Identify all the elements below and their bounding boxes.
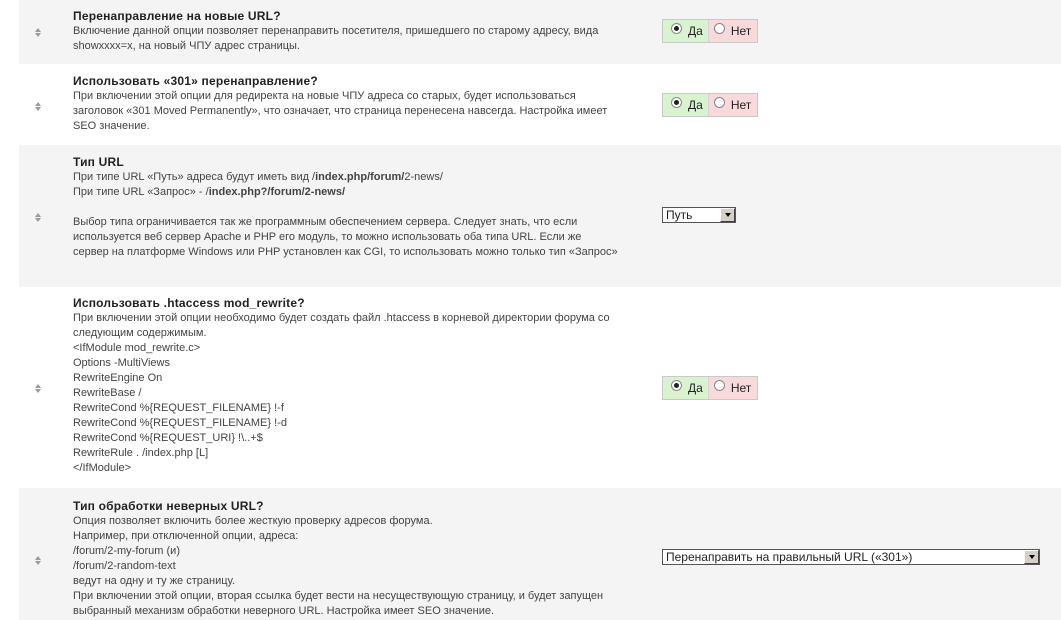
select-value: Перенаправить на правильный URL («301») xyxy=(666,550,913,564)
setting-title: Перенаправление на новые URL? xyxy=(73,9,281,23)
yes-option[interactable]: Да xyxy=(663,377,709,399)
drag-handle-icon[interactable] xyxy=(33,210,43,224)
setting-description-line-2: При типе URL «Запрос» - /index.php?/foru… xyxy=(73,186,346,198)
setting-description-line-1: При типе URL «Путь» адреса будут иметь в… xyxy=(73,171,443,183)
no-label: Нет xyxy=(730,381,752,395)
drag-handle-icon[interactable] xyxy=(33,381,43,395)
bad-url-handling-select[interactable]: Перенаправить на правильный URL («301») xyxy=(662,549,1040,565)
radio-no[interactable] xyxy=(713,379,725,391)
no-option[interactable]: Нет xyxy=(708,20,758,42)
select-value: Путь xyxy=(666,208,693,222)
yes-option[interactable]: Да xyxy=(663,20,709,42)
radio-yes[interactable] xyxy=(671,96,682,108)
yes-label: Да xyxy=(688,98,703,112)
radio-yes[interactable] xyxy=(671,379,682,391)
yes-no-toggle: Да Нет xyxy=(662,93,759,117)
chevron-down-icon[interactable] xyxy=(720,208,735,222)
yes-label: Да xyxy=(688,24,703,38)
htaccess-code: <IfModule mod_rewrite.c> Options -MultiV… xyxy=(73,342,287,474)
setting-row-301-redirect: Использовать «301» перенаправление? При … xyxy=(19,64,1061,145)
no-label: Нет xyxy=(730,98,752,112)
yes-no-toggle: Да Нет xyxy=(662,376,759,400)
radio-no[interactable] xyxy=(713,96,725,108)
setting-title: Использовать .htaccess mod_rewrite? xyxy=(73,296,305,310)
setting-title: Тип обработки неверных URL? xyxy=(73,499,264,513)
no-option[interactable]: Нет xyxy=(708,94,758,116)
radio-no[interactable] xyxy=(713,22,725,34)
setting-row-htaccess: Использовать .htaccess mod_rewrite? При … xyxy=(19,287,1061,488)
yes-option[interactable]: Да xyxy=(663,94,709,116)
yes-label: Да xyxy=(688,381,703,395)
no-label: Нет xyxy=(730,24,752,38)
setting-row-bad-url-handling: Тип обработки неверных URL? Опция позвол… xyxy=(19,488,1061,620)
drag-handle-icon[interactable] xyxy=(33,553,43,567)
setting-description: Опция позволяет включить более жесткую п… xyxy=(73,515,604,617)
setting-description: Включение данной опции позволяет перенап… xyxy=(73,25,599,52)
drag-handle-icon[interactable] xyxy=(33,25,43,39)
chevron-down-icon[interactable] xyxy=(1024,550,1039,564)
yes-no-toggle: Да Нет xyxy=(662,19,759,43)
setting-description: При включении этой опции необходимо буде… xyxy=(73,312,610,339)
setting-description: Выбор типа ограничивается так же програм… xyxy=(73,216,618,258)
no-option[interactable]: Нет xyxy=(708,377,758,399)
setting-row-url-type: Тип URL При типе URL «Путь» адреса будут… xyxy=(19,145,1061,287)
url-type-select[interactable]: Путь xyxy=(662,207,736,223)
setting-row-redirect-new-urls: Перенаправление на новые URL? Включение … xyxy=(19,0,1061,64)
setting-title: Тип URL xyxy=(73,155,124,169)
radio-yes[interactable] xyxy=(671,22,682,34)
drag-handle-icon[interactable] xyxy=(33,99,43,113)
setting-title: Использовать «301» перенаправление? xyxy=(73,74,318,88)
setting-description: При включении этой опции для редиректа н… xyxy=(73,90,608,132)
settings-list: Перенаправление на новые URL? Включение … xyxy=(19,0,1061,620)
